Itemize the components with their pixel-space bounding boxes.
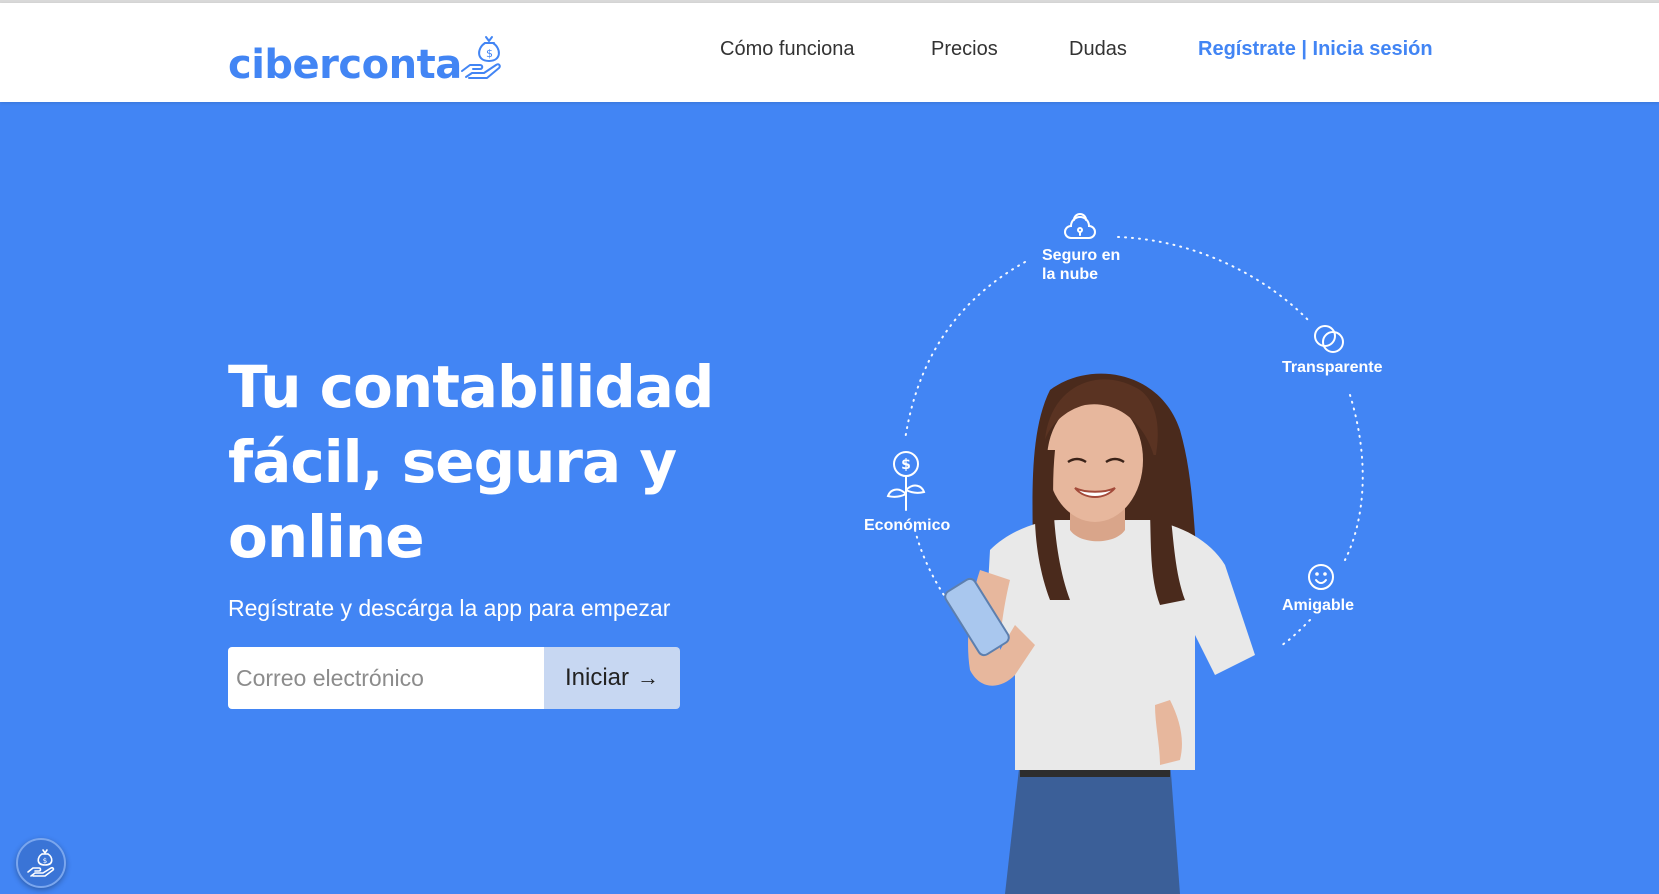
nav-how-it-works[interactable]: Cómo funciona <box>720 38 855 61</box>
hero-title: Tu contabilidad fácil, segura y online <box>228 350 788 575</box>
feature-secure-cloud: Seguro en la nube <box>1042 210 1162 284</box>
feature-friendly: Amigable <box>1282 562 1402 615</box>
svg-text:$: $ <box>901 457 911 473</box>
feature-label: Seguro en la nube <box>1042 247 1121 283</box>
start-button[interactable]: Iniciar → <box>544 647 680 709</box>
nav-register-login[interactable]: Regístrate | Inicia sesión <box>1198 38 1433 61</box>
cloud-lock-icon <box>1064 213 1096 239</box>
svg-text:$: $ <box>43 857 47 865</box>
overlapping-circles-icon <box>1314 325 1344 353</box>
hero-subtitle: Regístrate y descárga la app para empeza… <box>228 595 671 621</box>
money-plant-icon: $ <box>886 451 926 511</box>
main-nav: Cómo funciona Precios Dudas Regístrate |… <box>0 38 1659 68</box>
feature-transparent: Transparente <box>1282 322 1402 377</box>
signup-form: Iniciar → <box>228 647 680 709</box>
start-button-label: Iniciar <box>564 664 630 691</box>
nav-faq[interactable]: Dudas <box>1069 38 1127 61</box>
woman-with-phone-image <box>944 373 1255 894</box>
smiley-icon <box>1308 564 1334 590</box>
feature-label: Económico <box>864 517 951 534</box>
hero-title-line: Tu contabilidad <box>228 353 714 421</box>
email-input[interactable] <box>228 647 544 709</box>
hero-title-line: fácil, segura y <box>228 428 677 496</box>
money-bag-hand-icon: $ <box>27 849 55 877</box>
hero-title-line: online <box>228 503 425 571</box>
arrow-right-icon: → <box>637 665 660 690</box>
nav-prices[interactable]: Precios <box>931 38 998 61</box>
floating-chat-button[interactable]: $ <box>16 838 66 888</box>
